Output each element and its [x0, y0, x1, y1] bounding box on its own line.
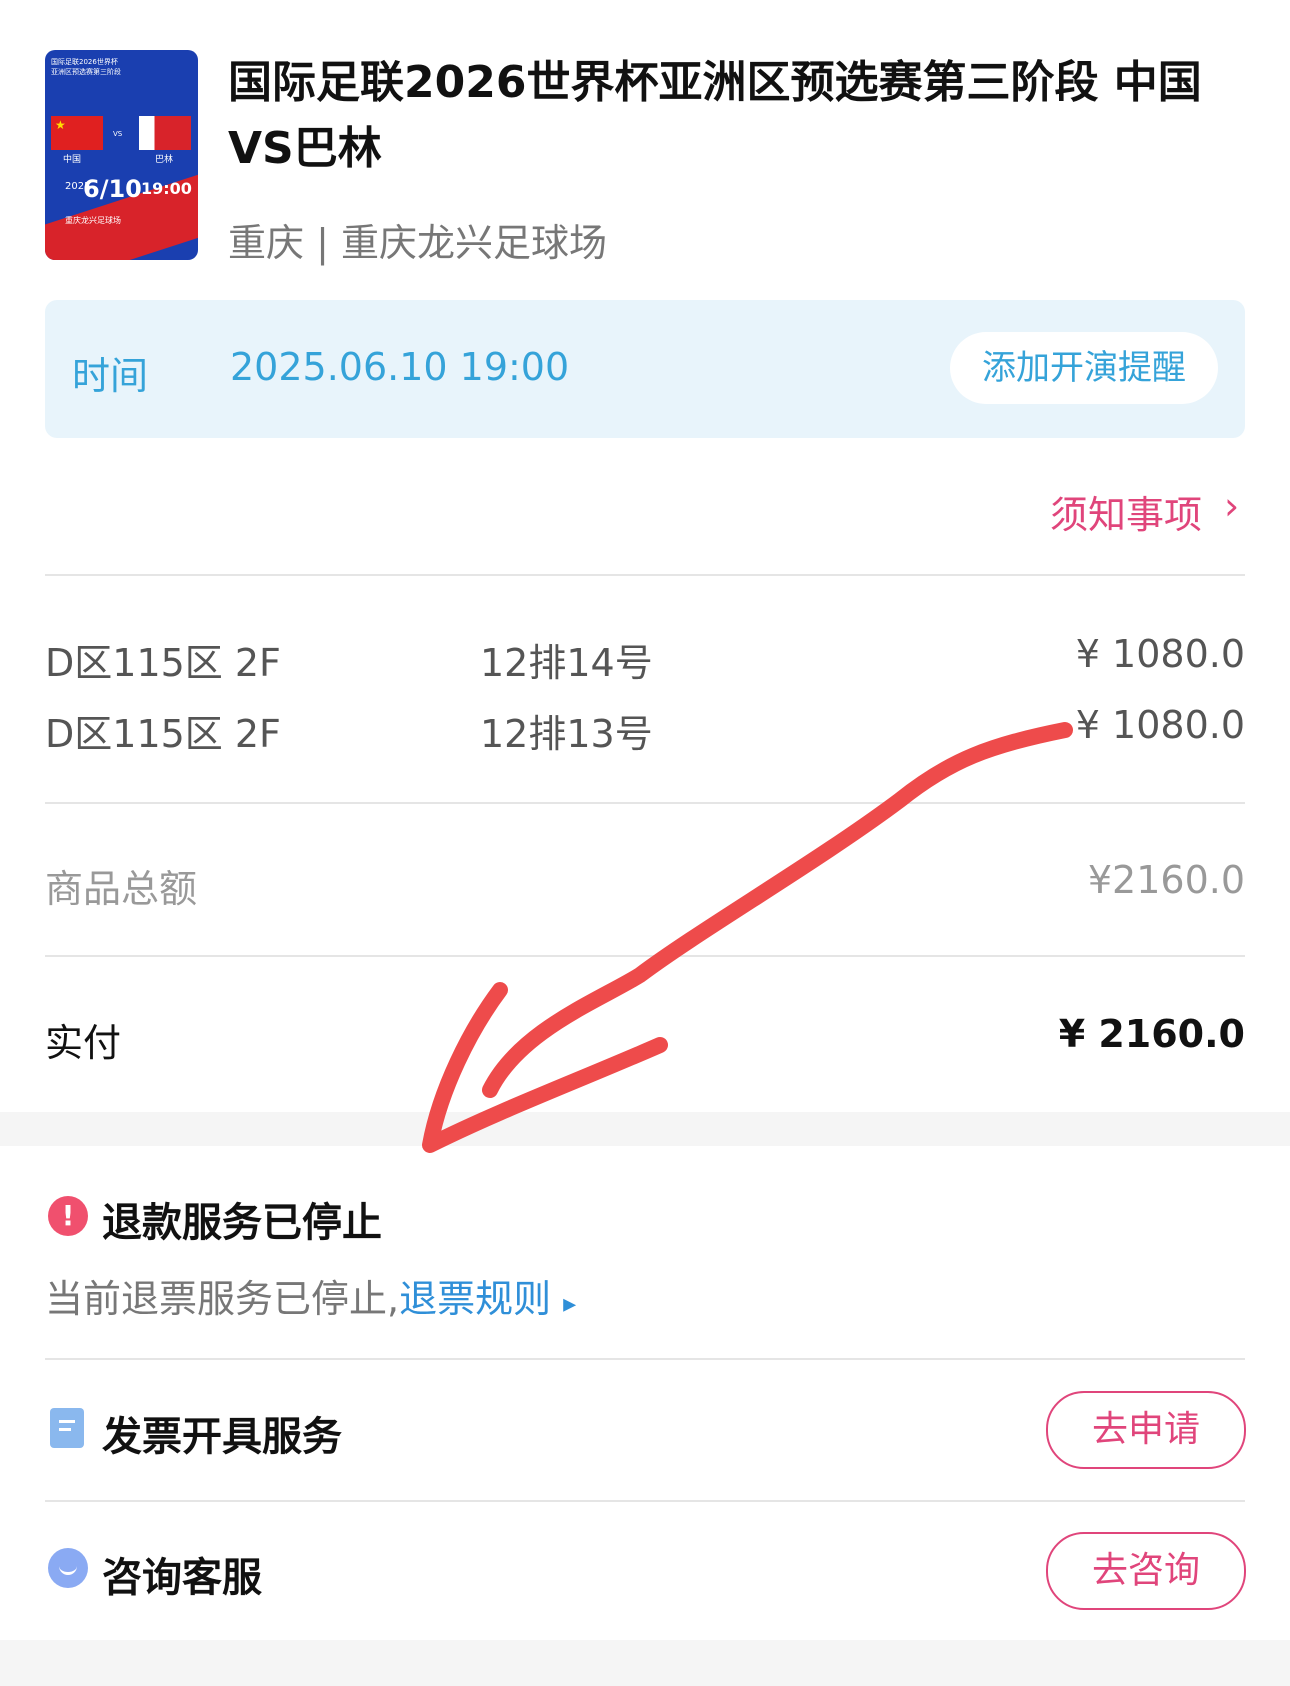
paid-value: ¥ 2160.0	[1058, 1012, 1245, 1056]
contact-support-button[interactable]: 去咨询	[1046, 1532, 1246, 1610]
invoice-label: 发票开具服务	[102, 1414, 342, 1460]
time-value: 2025.06.10 19:00	[230, 345, 570, 389]
poster-date: 6/10	[83, 175, 142, 203]
poster-line2: 亚洲区预选赛第三阶段	[51, 68, 121, 76]
poster-location: 重庆龙兴足球场	[65, 216, 121, 225]
divider	[45, 955, 1245, 957]
poster-vs: VS	[113, 130, 123, 138]
bahrain-flag-icon	[139, 116, 191, 150]
triangle-right-icon[interactable]: ▸	[563, 1289, 576, 1319]
subtotal-value: ¥2160.0	[1087, 858, 1245, 902]
section-separator	[0, 1112, 1290, 1146]
poster-line1: 国际足联2026世界杯	[51, 58, 118, 66]
ticket-price: ¥ 1080.0	[1075, 703, 1245, 747]
event-title: 国际足联2026世界杯亚洲区预选赛第三阶段 中国VS巴林	[228, 57, 1202, 174]
add-reminder-button[interactable]: 添加开演提醒	[950, 332, 1218, 404]
subtotal-label: 商品总额	[45, 867, 198, 911]
divider	[45, 802, 1245, 804]
notice-link[interactable]: 须知事项	[1050, 484, 1202, 539]
chevron-right-icon[interactable]: ›	[1224, 484, 1239, 528]
ticket-seat: 12排14号	[480, 641, 653, 685]
refund-title: 退款服务已停止	[102, 1200, 382, 1246]
ticket-area: D区115区 2F	[45, 641, 281, 685]
poster-team-away: 巴林	[155, 155, 174, 165]
divider	[45, 1500, 1245, 1502]
event-venue: 重庆 | 重庆龙兴足球场	[228, 221, 607, 265]
paid-label: 实付	[45, 1021, 122, 1065]
ticket-seat: 12排13号	[480, 712, 653, 756]
divider	[45, 574, 1245, 576]
time-label: 时间	[72, 354, 149, 398]
refund-description: 当前退票服务已停止,	[45, 1277, 400, 1321]
ticket-price: ¥ 1080.0	[1075, 632, 1245, 676]
divider	[45, 1358, 1245, 1360]
poster-time: 19:00	[141, 179, 192, 198]
refund-rules-link[interactable]: 退票规则	[399, 1277, 551, 1321]
refund-description-row: 当前退票服务已停止,退票规则 ▸	[45, 1268, 576, 1323]
poster-team-home: 中国	[63, 155, 82, 165]
bottom-separator	[0, 1640, 1290, 1686]
invoice-icon	[50, 1408, 84, 1448]
support-label: 咨询客服	[102, 1555, 262, 1601]
event-poster[interactable]: 国际足联2026世界杯 亚洲区预选赛第三阶段 ★ VS 中国 巴林 2025 6…	[45, 50, 198, 260]
ticket-area: D区115区 2F	[45, 712, 281, 756]
china-flag-icon: ★	[51, 116, 103, 150]
warning-icon: !	[48, 1196, 88, 1236]
chat-icon	[48, 1548, 88, 1588]
apply-invoice-button[interactable]: 去申请	[1046, 1391, 1246, 1469]
